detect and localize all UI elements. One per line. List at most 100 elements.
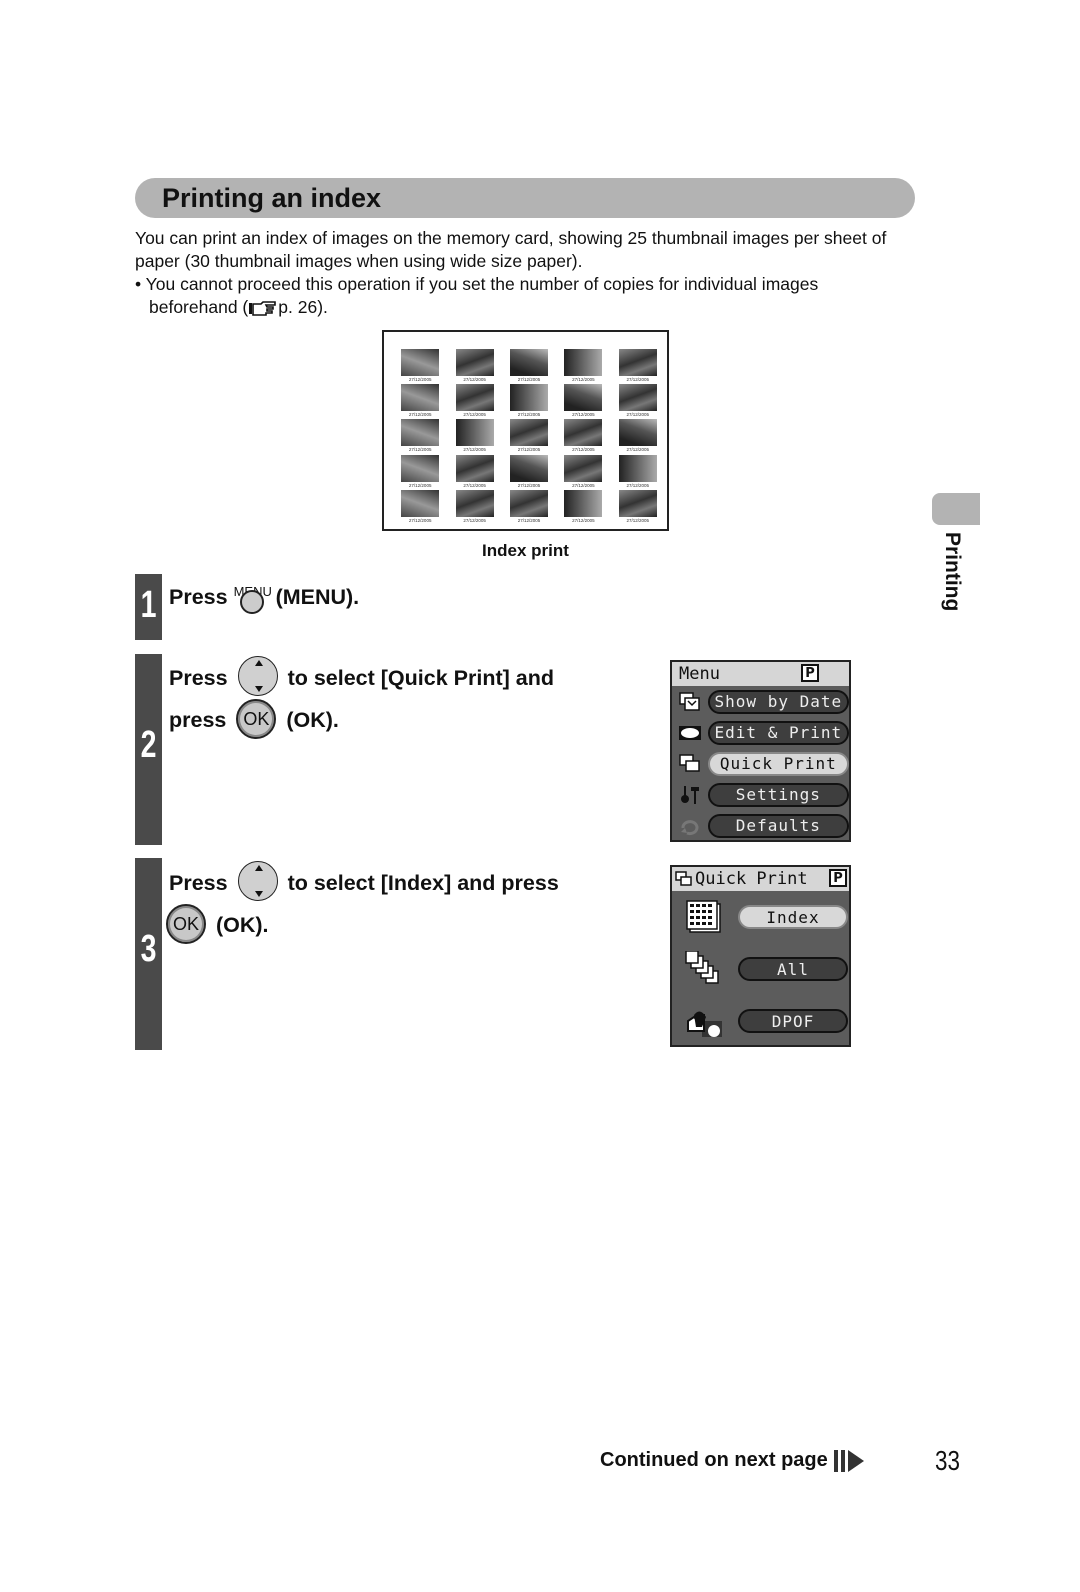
press-label: Press bbox=[169, 585, 228, 609]
thumbnail-date: 27/12/2005 bbox=[517, 377, 541, 382]
thumbnail-date: 27/12/2005 bbox=[463, 482, 486, 488]
index-thumbnail: 27/12/2005 bbox=[563, 349, 603, 382]
index-thumbnail: 27/12/2005 bbox=[618, 384, 658, 417]
screen-menu-item-settings[interactable]: Settings bbox=[672, 779, 849, 810]
thumbnail-date: 27/12/2005 bbox=[408, 377, 432, 382]
menu-screen: Menu P Show by Date Edit & Print Quick Pri… bbox=[670, 660, 851, 842]
step-2-line-1: Press to select [Quick Print] and bbox=[169, 656, 554, 699]
thumbnail-grid: 27/12/2005 27/12/2005 27/12/2005 27/12/2005… bbox=[400, 349, 658, 523]
thumbnail-image bbox=[401, 419, 440, 447]
section-header: Printing an index bbox=[135, 178, 915, 218]
thumbnail-date: 27/12/2005 bbox=[517, 482, 541, 488]
index-thumbnail: 27/12/2005 bbox=[454, 419, 494, 452]
thumbnail-date: 27/12/2005 bbox=[626, 377, 650, 382]
screen-menu-item-label: Settings bbox=[707, 782, 849, 807]
thumbnail-date: 27/12/2005 bbox=[626, 517, 650, 523]
thumbnail-image bbox=[564, 384, 603, 412]
index-thumbnail: 27/12/2005 bbox=[509, 384, 549, 417]
thumbnail-date: 27/12/2005 bbox=[572, 517, 595, 523]
quick-print-screen: Quick Print P Index All DPOF bbox=[670, 865, 851, 1047]
thumbnail-image bbox=[509, 349, 548, 376]
index-thumbnail: 27/12/2005 bbox=[400, 419, 440, 452]
thumbnail-image bbox=[401, 454, 440, 482]
edit-oval-icon bbox=[676, 722, 704, 744]
thumbnail-image bbox=[455, 489, 494, 517]
thumbnail-image bbox=[455, 454, 494, 482]
screen-menu-item-label: All bbox=[738, 957, 848, 981]
bullet-text: • You cannot proceed this operation if y… bbox=[135, 274, 819, 317]
thumbnail-date: 27/12/2005 bbox=[463, 447, 486, 453]
thumbnail-image bbox=[564, 349, 603, 376]
thumbnail-image bbox=[509, 489, 548, 517]
screen-menu-item-all[interactable]: All bbox=[672, 943, 849, 995]
thumbnail-image bbox=[455, 419, 494, 447]
index-thumbnail: 27/12/2005 bbox=[563, 489, 603, 523]
thumbnail-image bbox=[618, 419, 657, 447]
thumbnail-date: 27/12/2005 bbox=[463, 517, 486, 523]
screen-menu-item-edit-print[interactable]: Edit & Print bbox=[672, 717, 849, 748]
thumbnail-date: 27/12/2005 bbox=[572, 447, 595, 453]
thumbnail-date: 27/12/2005 bbox=[572, 482, 595, 488]
screen-menu-item-defaults[interactable]: Defaults bbox=[672, 810, 849, 841]
thumbnail-image bbox=[401, 489, 440, 517]
quick-print-header: Quick Print P bbox=[672, 867, 849, 891]
index-print-figure: 27/12/2005 27/12/2005 27/12/2005 27/12/2005… bbox=[382, 330, 669, 531]
menu-screen-header: Menu P bbox=[672, 662, 849, 686]
thumbnail-date: 27/12/2005 bbox=[572, 412, 595, 418]
section-title: Printing an index bbox=[162, 183, 382, 213]
press-label: Press bbox=[169, 871, 228, 895]
step-3-after: (OK). bbox=[215, 913, 269, 937]
stack-icon bbox=[676, 753, 704, 775]
thumbnail-image bbox=[618, 384, 657, 412]
thumbnail-date: 27/12/2005 bbox=[626, 412, 650, 418]
screen-menu-item-label: DPOF bbox=[738, 1009, 848, 1033]
thumbnail-image bbox=[455, 384, 494, 412]
menu-screen-title: Menu bbox=[679, 664, 720, 684]
step-3-instruction: to select [Index] and press bbox=[287, 871, 559, 895]
screen-menu-item-label: Edit & Print bbox=[707, 720, 849, 745]
screen-menu-item-index[interactable]: Index bbox=[672, 891, 849, 943]
reset-icon bbox=[676, 815, 704, 837]
thumbnail-image bbox=[509, 419, 548, 447]
thumbnail-date: 27/12/2005 bbox=[626, 447, 650, 453]
page-reference-link[interactable]: p. 26 bbox=[278, 297, 317, 317]
ok-button-icon: OK bbox=[236, 699, 277, 740]
intro-bullet: • You cannot proceed this operation if y… bbox=[135, 273, 895, 319]
thumbnail-image bbox=[618, 454, 657, 482]
screen-menu-item-label: Quick Print bbox=[707, 751, 849, 776]
index-thumbnail: 27/12/2005 bbox=[618, 454, 658, 488]
thumbnail-image bbox=[564, 454, 603, 482]
screen-menu-item-dpof[interactable]: DPOF bbox=[672, 995, 849, 1047]
index-thumbnail: 27/12/2005 bbox=[400, 384, 440, 417]
index-thumbnail: 27/12/2005 bbox=[454, 489, 494, 523]
thumbnail-date: 27/12/2005 bbox=[517, 412, 541, 418]
screen-menu-item-show-by-date[interactable]: Show by Date bbox=[672, 686, 849, 717]
index-thumbnail: 27/12/2005 bbox=[400, 454, 440, 488]
figure-caption: Index print bbox=[482, 541, 569, 560]
screen-menu-item-quick-print[interactable]: Quick Print bbox=[672, 748, 849, 779]
mode-p-icon: P bbox=[829, 869, 847, 887]
thumbnail-image bbox=[509, 454, 548, 482]
mode-p-icon: P bbox=[801, 664, 819, 682]
continued-note: Continued on next page bbox=[600, 1449, 864, 1472]
thumbnail-image bbox=[509, 384, 548, 412]
continued-text: Continued on next page bbox=[600, 1449, 828, 1471]
step-3-bar: 3 bbox=[135, 858, 162, 1050]
index-thumbnail: 27/12/2005 bbox=[618, 489, 658, 523]
thumbnail-date: 27/12/2005 bbox=[408, 517, 432, 523]
press-label: press bbox=[169, 708, 227, 732]
step-1-bar: 1 bbox=[135, 574, 162, 640]
screen-menu-item-label: Index bbox=[738, 905, 848, 929]
page-number: 33 bbox=[935, 1445, 960, 1476]
step-3-line-2: OK (OK). bbox=[166, 904, 269, 946]
index-thumbnail: 27/12/2005 bbox=[563, 384, 603, 417]
thumbnail-date: 27/12/2005 bbox=[408, 482, 432, 488]
thumbnail-date: 27/12/2005 bbox=[517, 447, 541, 453]
menu-button-icon: MENU bbox=[234, 584, 272, 615]
step-2-after: (OK). bbox=[286, 708, 339, 732]
quick-print-item-list: Index All DPOF bbox=[672, 891, 849, 1047]
stack-icon bbox=[675, 871, 692, 886]
screen-menu-item-label: Show by Date bbox=[707, 689, 849, 714]
index-thumbnail: 27/12/2005 bbox=[509, 349, 549, 382]
thumbnail-image bbox=[564, 489, 603, 517]
